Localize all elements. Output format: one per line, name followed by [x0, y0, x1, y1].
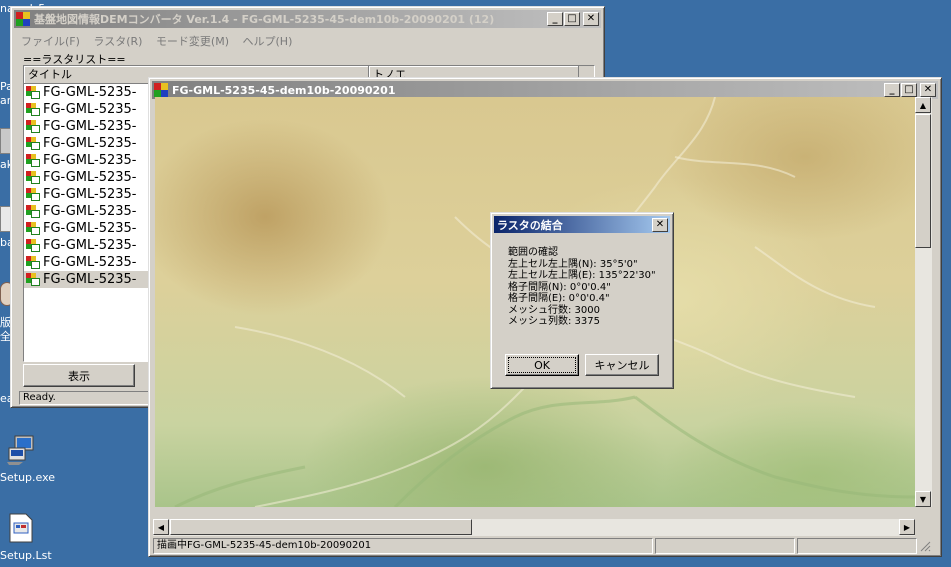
list-item-label: FG-GML-5235- [43, 221, 137, 236]
raster-app-icon [154, 83, 168, 97]
merge-dialog: ラスタの結合 ✕ 範囲の確認 左上セル左上隅(N): 35°5'0" 左上セル左… [490, 212, 674, 389]
close-button[interactable]: ✕ [920, 83, 936, 97]
minimize-button[interactable]: _ [884, 83, 900, 97]
list-item-label: FG-GML-5235- [43, 85, 137, 100]
dialog-line-cols: メッシュ列数: 3375 [508, 316, 600, 327]
raster-item-icon [26, 256, 40, 269]
list-item-label: FG-GML-5235- [43, 102, 137, 117]
raster-item-icon [26, 188, 40, 201]
raster-item-icon [26, 222, 40, 235]
setup-lst-icon[interactable] [8, 513, 34, 543]
menu-file[interactable]: ファイル(F) [21, 35, 80, 48]
ok-button[interactable]: OK [505, 354, 579, 376]
scroll-right-button[interactable]: ▶ [899, 519, 915, 535]
list-item-label: FG-GML-5235- [43, 136, 137, 151]
main-window-title: 基盤地図情報DEMコンバータ Ver.1.4 - FG-GML-5235-45-… [34, 13, 495, 26]
horizontal-scroll-thumb[interactable] [170, 519, 472, 535]
app-icon [16, 12, 30, 26]
resize-grip-icon[interactable] [919, 540, 931, 552]
menu-mode[interactable]: モード変更(M) [156, 35, 229, 48]
status-panel [797, 538, 917, 554]
raster-item-icon [26, 120, 40, 133]
raster-item-icon [26, 273, 40, 286]
scroll-down-button[interactable]: ▼ [915, 491, 931, 507]
maximize-button[interactable]: □ [901, 83, 917, 97]
list-item-label: FG-GML-5235- [43, 153, 137, 168]
vertical-scrollbar[interactable]: ▲ ▼ [915, 97, 932, 507]
raster-status-bar: 描画中FG-GML-5235-45-dem10b-20090201 [153, 538, 653, 554]
vertical-scroll-thumb[interactable] [915, 114, 931, 248]
scroll-up-button[interactable]: ▲ [915, 97, 931, 113]
raster-item-icon [26, 137, 40, 150]
minimize-button[interactable]: _ [547, 12, 563, 26]
desktop-icon-label: Setup.exe [0, 471, 56, 484]
raster-item-icon [26, 205, 40, 218]
scroll-left-button[interactable]: ◀ [153, 519, 169, 535]
raster-item-icon [26, 239, 40, 252]
raster-item-icon [26, 171, 40, 184]
horizontal-scrollbar[interactable]: ◀ ▶ [153, 519, 915, 536]
list-item-label: FG-GML-5235- [43, 119, 137, 134]
dialog-line-grid-n: 格子間隔(N): 0°0'0.4" [508, 281, 611, 293]
raster-item-icon [26, 154, 40, 167]
cancel-button[interactable]: キャンセル [585, 354, 659, 376]
dialog-line-rows: メッシュ行数: 3000 [508, 304, 600, 316]
list-item-label: FG-GML-5235- [43, 238, 137, 253]
raster-item-icon [26, 86, 40, 99]
list-item-label: FG-GML-5235- [43, 204, 137, 219]
dialog-line-grid-e: 格子間隔(E): 0°0'0.4" [508, 293, 610, 304]
dialog-title-bar[interactable]: ラスタの結合 ✕ [494, 216, 670, 233]
menu-bar: ファイル(F) ラスタ(R) モード変更(M) ヘルプ(H) [21, 33, 302, 49]
dialog-title: ラスタの結合 [497, 218, 563, 232]
dialog-close-button[interactable]: ✕ [652, 217, 668, 232]
list-item-label: FG-GML-5235- [43, 255, 137, 270]
dialog-body: 範囲の確認 左上セル左上隅(N): 35°5'0" 左上セル左上隅(E): 13… [508, 247, 656, 328]
status-panel [655, 538, 795, 554]
dialog-heading: 範囲の確認 [508, 247, 558, 258]
list-item-label: FG-GML-5235- [43, 187, 137, 202]
dialog-line-north: 左上セル左上隅(N): 35°5'0" [508, 258, 638, 270]
raster-window-title: FG-GML-5235-45-dem10b-20090201 [172, 83, 396, 97]
raster-item-icon [26, 103, 40, 116]
maximize-button[interactable]: □ [564, 12, 580, 26]
list-item-label: FG-GML-5235- [43, 272, 137, 287]
menu-help[interactable]: ヘルプ(H) [243, 35, 293, 48]
main-title-bar[interactable]: 基盤地図情報DEMコンバータ Ver.1.4 - FG-GML-5235-45-… [14, 10, 601, 28]
show-button[interactable]: 表示 [23, 364, 135, 387]
close-button[interactable]: ✕ [583, 12, 599, 26]
menu-raster[interactable]: ラスタ(R) [93, 35, 142, 48]
setup-exe-icon[interactable] [5, 434, 37, 466]
desktop-icon-label: Setup.Lst [0, 549, 52, 562]
dialog-line-east: 左上セル左上隅(E): 135°22'30" [508, 270, 656, 281]
list-item-label: FG-GML-5235- [43, 170, 137, 185]
